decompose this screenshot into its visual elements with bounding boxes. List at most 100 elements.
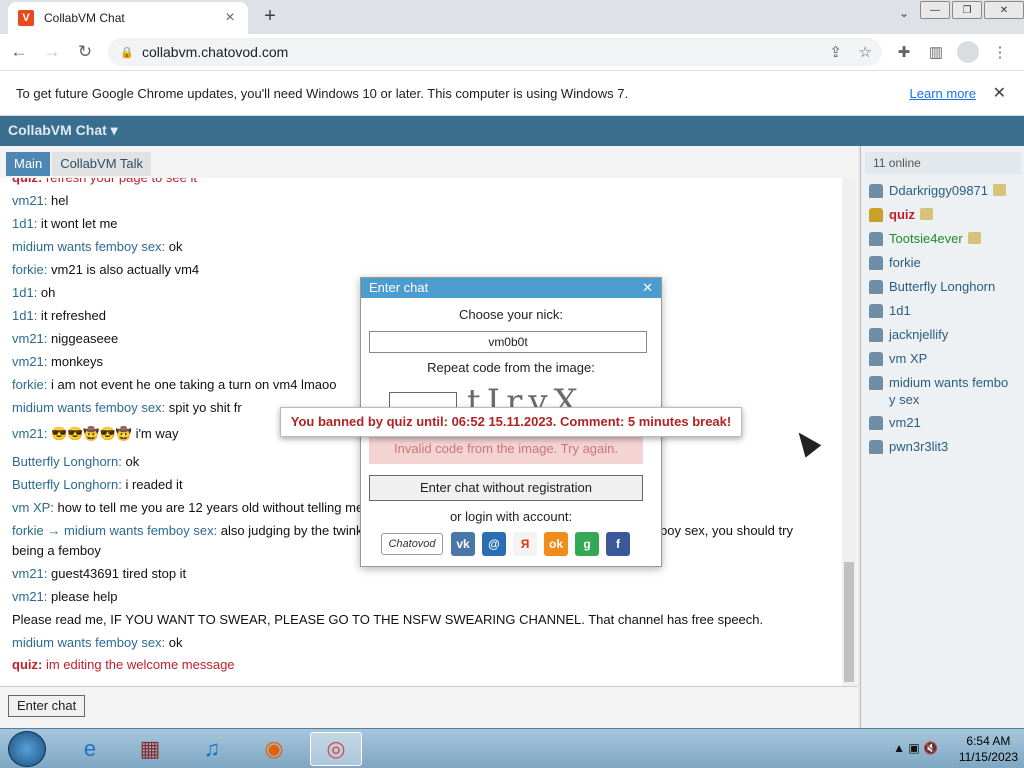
- user-list-item[interactable]: pwn3r3lit3: [867, 438, 1019, 460]
- message-nick[interactable]: quiz:: [12, 657, 42, 672]
- address-bar[interactable]: 🔒 collabvm.chatovod.com ⇪ ☆: [108, 38, 882, 66]
- firefox-icon[interactable]: ◉: [248, 732, 300, 766]
- itunes-icon[interactable]: ♫: [186, 732, 238, 766]
- user-list-item[interactable]: quiz: [867, 206, 1019, 228]
- message-nick[interactable]: vm21:: [12, 426, 47, 441]
- internet-explorer-icon[interactable]: e: [64, 732, 116, 766]
- user-name: jacknjellify: [889, 327, 949, 342]
- user-icon: [869, 440, 883, 454]
- chat-message: forkie: i am not event he one taking a t…: [12, 377, 336, 392]
- tab-main[interactable]: Main: [6, 152, 51, 176]
- tab-search-icon[interactable]: ⌄: [894, 6, 914, 20]
- chat-message: 1d1: it refreshed: [12, 308, 106, 323]
- back-icon[interactable]: ←: [5, 38, 33, 66]
- message-nick[interactable]: Butterfly Longhorn:: [12, 477, 122, 492]
- profile-avatar[interactable]: [957, 41, 979, 63]
- message-nick[interactable]: midium wants femboy sex:: [12, 400, 165, 415]
- close-tab-icon[interactable]: ×: [222, 9, 238, 27]
- facebook-login-icon[interactable]: f: [606, 532, 630, 556]
- new-tab-button[interactable]: +: [258, 4, 282, 28]
- captcha-error: Invalid code from the image. Try again.: [369, 434, 643, 464]
- tray-icons[interactable]: ▲ ▣ 🔇: [893, 741, 938, 755]
- user-name: Butterfly Longhorn: [889, 279, 996, 294]
- message-nick[interactable]: 1d1:: [12, 285, 37, 300]
- scrollbar-thumb[interactable]: [844, 562, 854, 682]
- system-clock[interactable]: 6:54 AM 11/15/2023: [959, 733, 1018, 765]
- user-list-item[interactable]: vm21: [867, 414, 1019, 436]
- message-nick[interactable]: forkie → midium wants femboy sex:: [12, 523, 217, 538]
- menu-icon[interactable]: ⋮: [984, 43, 1016, 61]
- user-list-item[interactable]: midium wants femboy sex: [867, 374, 1019, 407]
- minimize-button[interactable]: —: [920, 1, 950, 19]
- user-name: pwn3r3lit3: [889, 439, 949, 454]
- message-nick[interactable]: vm21:: [12, 331, 47, 346]
- message-nick[interactable]: 1d1:: [12, 308, 37, 323]
- start-button-icon[interactable]: [8, 731, 46, 767]
- user-name: quiz: [889, 207, 915, 222]
- bookmark-star-icon[interactable]: ☆: [859, 43, 872, 61]
- forward-icon[interactable]: →: [38, 38, 66, 66]
- yandex-login-icon[interactable]: Я: [513, 532, 537, 556]
- lock-icon[interactable]: 🔒: [120, 46, 134, 59]
- chat-message: vm XP: how to tell me you are 12 years o…: [12, 500, 363, 515]
- windows-taskbar: e ▦ ♫ ◉ ◎ ▲ ▣ 🔇 6:54 AM 11/15/2023: [0, 728, 1024, 768]
- favicon-icon: V: [18, 10, 34, 26]
- media-player-icon[interactable]: ▦: [124, 732, 176, 766]
- close-infobar-icon[interactable]: ✕: [993, 83, 1006, 103]
- message-nick[interactable]: vm21:: [12, 566, 47, 581]
- user-list-item[interactable]: Tootsie4ever: [867, 230, 1019, 252]
- user-name: vm21: [889, 415, 921, 430]
- message-nick[interactable]: vm21:: [12, 193, 47, 208]
- message-nick[interactable]: Butterfly Longhorn:: [12, 454, 122, 469]
- app-header-menu[interactable]: CollabVM Chat ▾: [0, 116, 1024, 146]
- message-nick[interactable]: 1d1:: [12, 216, 37, 231]
- side-panel-icon[interactable]: ▥: [920, 43, 952, 61]
- share-icon[interactable]: ⇪: [829, 43, 842, 61]
- restore-button[interactable]: ❐: [952, 1, 982, 19]
- message-nick[interactable]: vm21:: [12, 354, 47, 369]
- message-nick[interactable]: forkie:: [12, 377, 47, 392]
- chatovod-login-button[interactable]: Chatovod: [381, 533, 443, 555]
- vk-login-icon[interactable]: vk: [451, 532, 475, 556]
- learn-more-link[interactable]: Learn more: [910, 86, 976, 101]
- user-badge-icon: [920, 208, 933, 220]
- chat-message: 1d1: it wont let me: [12, 216, 118, 231]
- user-name: forkie: [889, 255, 921, 270]
- message-nick[interactable]: vm21:: [12, 589, 47, 604]
- browser-tab[interactable]: V CollabVM Chat ×: [8, 2, 248, 34]
- user-icon: [869, 328, 883, 342]
- extensions-icon[interactable]: ✚: [888, 43, 920, 61]
- message-nick[interactable]: midium wants femboy sex:: [12, 635, 165, 650]
- odnoklassniki-login-icon[interactable]: ok: [544, 532, 568, 556]
- close-dialog-icon[interactable]: ✕: [642, 280, 653, 296]
- user-list-item[interactable]: forkie: [867, 254, 1019, 276]
- tab-collabvm-talk[interactable]: CollabVM Talk: [52, 152, 152, 176]
- mailru-login-icon[interactable]: @: [482, 532, 506, 556]
- message-scrollbar[interactable]: [842, 178, 856, 686]
- toolbar-right: ✚ ▥ ⋮: [888, 38, 1016, 66]
- message-nick[interactable]: quiz:: [12, 178, 42, 185]
- user-list-item[interactable]: 1d1: [867, 302, 1019, 324]
- user-list-item[interactable]: Ddarkriggy09871: [867, 182, 1019, 204]
- message-nick[interactable]: midium wants femboy sex:: [12, 239, 165, 254]
- user-list-item[interactable]: vm XP: [867, 350, 1019, 372]
- user-list-item[interactable]: Butterfly Longhorn: [867, 278, 1019, 300]
- user-name: Tootsie4ever: [889, 231, 963, 246]
- user-badge-icon: [967, 232, 981, 244]
- close-window-button[interactable]: ✕: [984, 1, 1024, 19]
- message-nick[interactable]: vm XP:: [12, 500, 54, 515]
- user-list: Ddarkriggy09871 quiz Tootsie4ever forkie But…: [865, 182, 1021, 722]
- enter-without-registration-button[interactable]: Enter chat without registration: [369, 475, 643, 501]
- update-infobar: To get future Google Chrome updates, you…: [0, 71, 1024, 116]
- chat-message: midium wants femboy sex: spit yo shit fr: [12, 400, 242, 415]
- user-badge-icon: [993, 184, 1007, 196]
- user-list-item[interactable]: jacknjellify: [867, 326, 1019, 348]
- user-icon: [869, 256, 883, 270]
- enter-chat-button[interactable]: Enter chat: [8, 695, 86, 717]
- message-nick[interactable]: forkie:: [12, 262, 47, 277]
- dialog-header: Enter chat ✕: [361, 278, 661, 298]
- chrome-icon[interactable]: ◎: [310, 732, 362, 766]
- nick-input[interactable]: vm0b0t: [369, 331, 647, 353]
- reload-icon[interactable]: ↻: [71, 38, 99, 66]
- google-login-icon[interactable]: g: [575, 532, 599, 556]
